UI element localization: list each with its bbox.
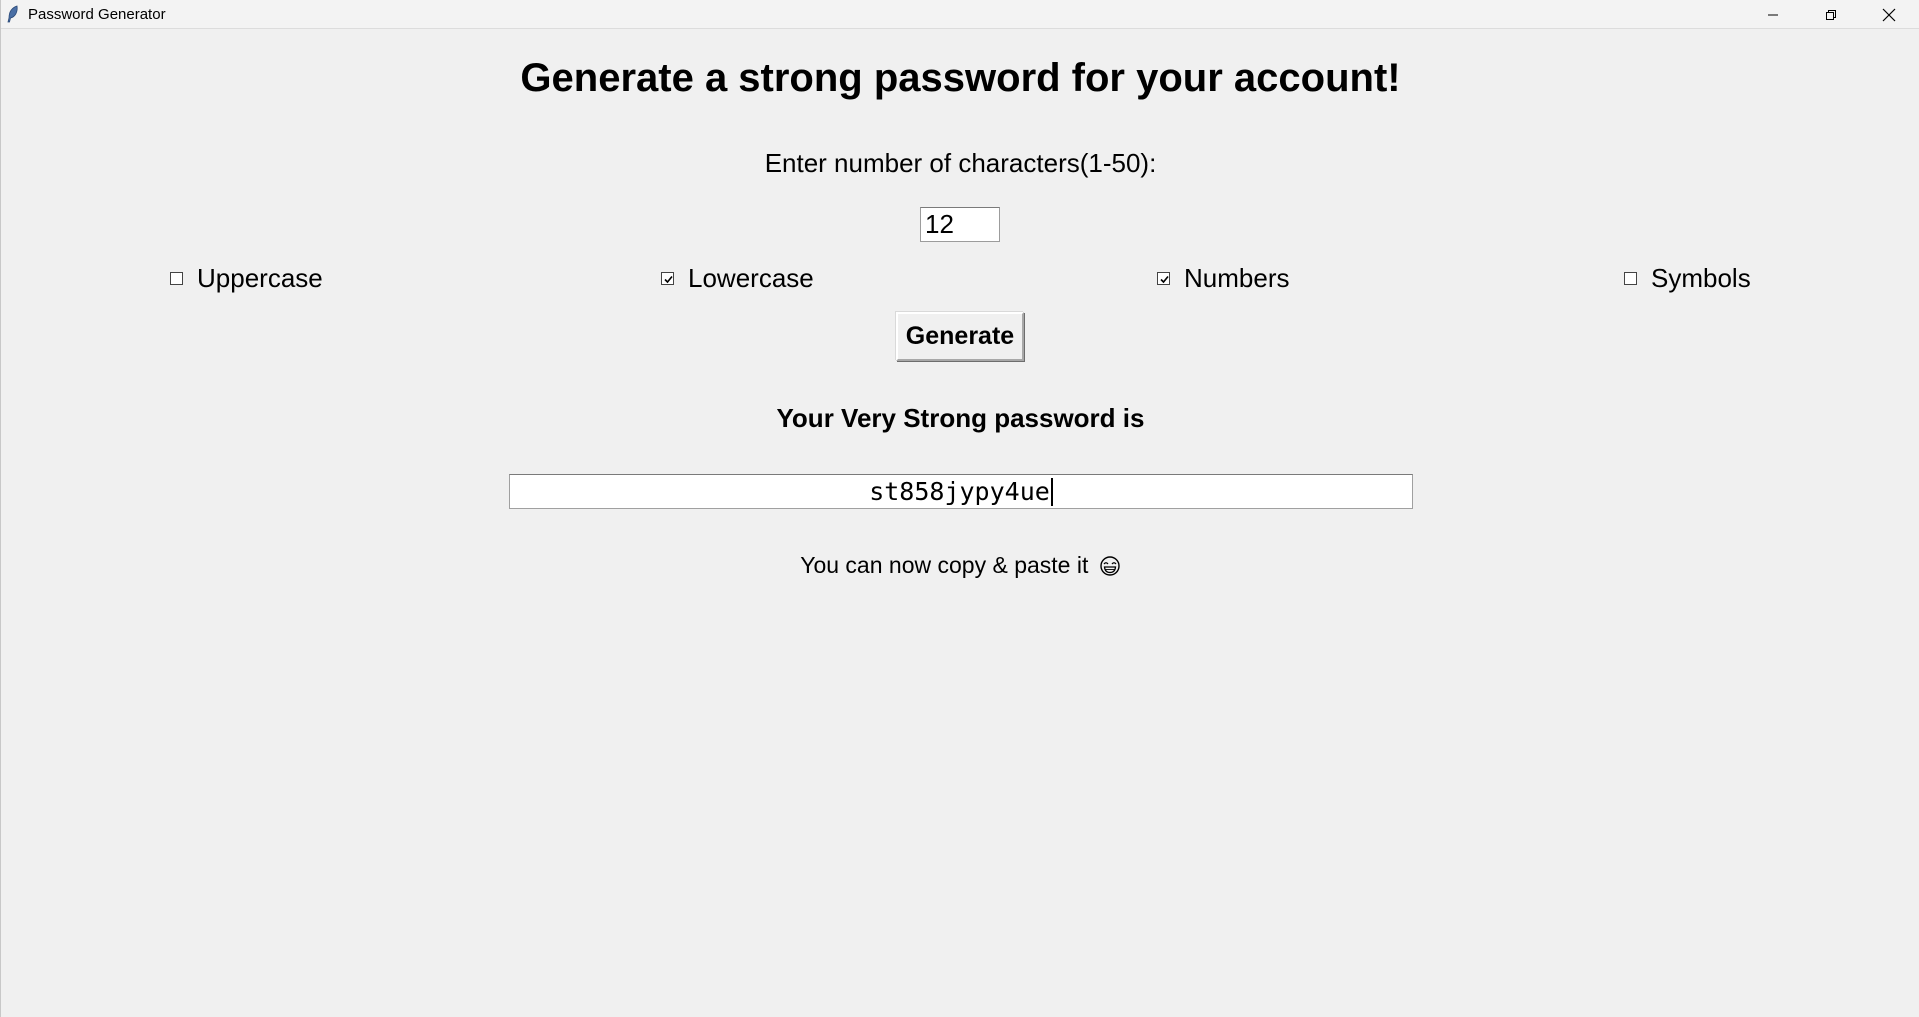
checkmark-icon (664, 275, 673, 283)
uppercase-checkbox[interactable]: Uppercase (170, 262, 323, 293)
close-button[interactable] (1860, 0, 1918, 29)
minimize-icon (1768, 14, 1778, 15)
minimize-button[interactable] (1744, 0, 1802, 29)
length-label: Enter number of characters(1-50): (764, 148, 1157, 178)
symbols-label: Symbols (1651, 262, 1751, 293)
lowercase-checkbox[interactable]: Lowercase (661, 262, 814, 293)
restore-button[interactable] (1802, 0, 1860, 29)
checkbox-box[interactable] (1157, 271, 1170, 285)
numbers-checkbox[interactable]: Numbers (1157, 262, 1290, 293)
page-title: Generate a strong password for your acco… (520, 56, 1401, 100)
app-window: Password Generator Generate a strong pas… (0, 0, 1919, 1017)
title-bar[interactable]: Password Generator (1, 0, 1919, 29)
checkmark-icon (1160, 275, 1169, 283)
symbols-checkbox[interactable]: Symbols (1624, 262, 1751, 293)
numbers-label: Numbers (1184, 262, 1290, 293)
copy-note-text: You can now copy & paste it (800, 552, 1089, 578)
checkbox-box[interactable] (1624, 271, 1637, 285)
password-output-field[interactable]: st858jypy4ue (509, 474, 1413, 509)
window-title: Password Generator (28, 6, 166, 23)
password-text: st858jypy4ue (869, 477, 1050, 506)
restore-icon (1826, 9, 1836, 20)
checkbox-box[interactable] (170, 271, 183, 285)
generate-button[interactable]: Generate (896, 312, 1024, 361)
length-input[interactable] (920, 207, 1000, 242)
grinning-face-icon (1099, 555, 1121, 577)
copy-note: You can now copy & paste it (1, 552, 1919, 579)
lowercase-label: Lowercase (688, 262, 814, 293)
result-label: Your Very Strong password is (776, 403, 1145, 433)
close-icon (1882, 8, 1896, 21)
checkbox-box[interactable] (661, 271, 674, 285)
feather-icon (6, 5, 20, 23)
text-caret (1050, 477, 1053, 506)
uppercase-label: Uppercase (197, 262, 323, 293)
